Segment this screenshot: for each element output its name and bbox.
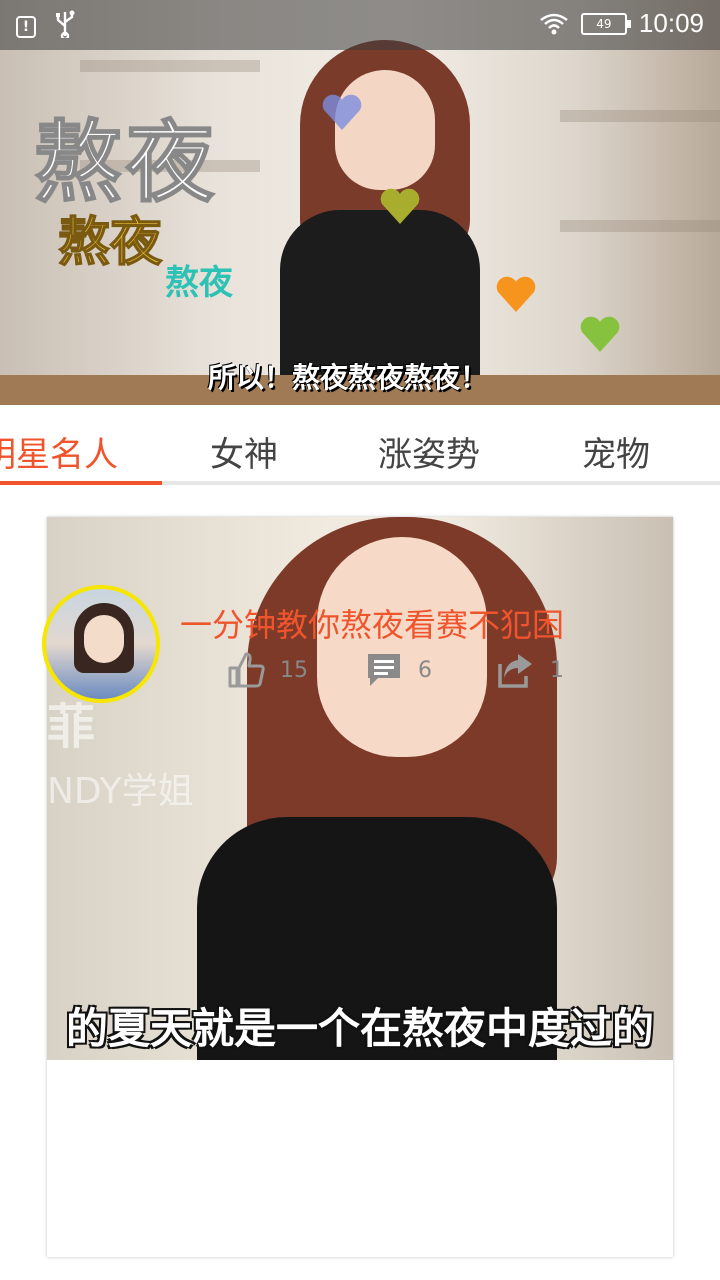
- comment-icon: [368, 654, 400, 686]
- heart-icon: [496, 276, 536, 312]
- share-icon: [498, 654, 532, 688]
- thumbnail-caption: 的夏天就是一个在熬夜中度过的: [65, 1004, 654, 1053]
- post-stats: 15 6 1: [180, 650, 600, 690]
- heart-icon: [322, 94, 362, 130]
- usb-icon: [54, 10, 76, 44]
- heart-icon: [380, 188, 420, 224]
- avatar[interactable]: [42, 585, 160, 703]
- status-bar: ! 49 10:09: [0, 0, 720, 50]
- heart-icon: [580, 316, 620, 352]
- tab-pets[interactable]: 宠物: [582, 427, 650, 476]
- banner-title-medium: 熬夜: [57, 212, 163, 274]
- top-banner[interactable]: 熬夜 熬夜 熬夜 所以！熬夜熬夜熬夜！: [0, 0, 720, 405]
- clock: 10:09: [638, 8, 704, 38]
- wifi-icon: [540, 13, 568, 34]
- share-count: 1: [550, 657, 564, 683]
- post-title[interactable]: 一分钟教你熬夜看赛不犯困: [180, 600, 564, 646]
- comment-count: 6: [418, 657, 432, 683]
- like-count: 15: [280, 657, 308, 683]
- tab-celebrities[interactable]: 明星名人: [0, 427, 118, 476]
- banner-subtitle: 所以！熬夜熬夜熬夜！: [208, 361, 489, 394]
- thumbnail-person-face: [317, 537, 487, 757]
- avatar-face: [84, 615, 124, 663]
- share-button[interactable]: 1: [496, 650, 564, 690]
- tab-knowledge[interactable]: 涨姿势: [378, 427, 480, 476]
- banner-title-small: 熬夜: [165, 263, 233, 303]
- tab-goddess[interactable]: 女神: [210, 427, 278, 476]
- thumbnail-watermark-sub: NDY学姐: [47, 771, 194, 812]
- battery-icon: 49: [580, 12, 631, 35]
- like-button[interactable]: 15: [226, 650, 308, 690]
- video-thumbnail[interactable]: 菲 NDY学姐 的夏天就是一个在熬夜中度过的: [47, 517, 673, 1060]
- battery-level: 49: [596, 16, 612, 31]
- alert-icon: !: [16, 16, 36, 38]
- active-tab-indicator: [0, 481, 162, 485]
- category-tabs: 明星名人 女神 涨姿势 宠物: [0, 405, 720, 485]
- comment-button[interactable]: 6: [364, 650, 432, 690]
- thumbs-up-icon: [228, 652, 265, 688]
